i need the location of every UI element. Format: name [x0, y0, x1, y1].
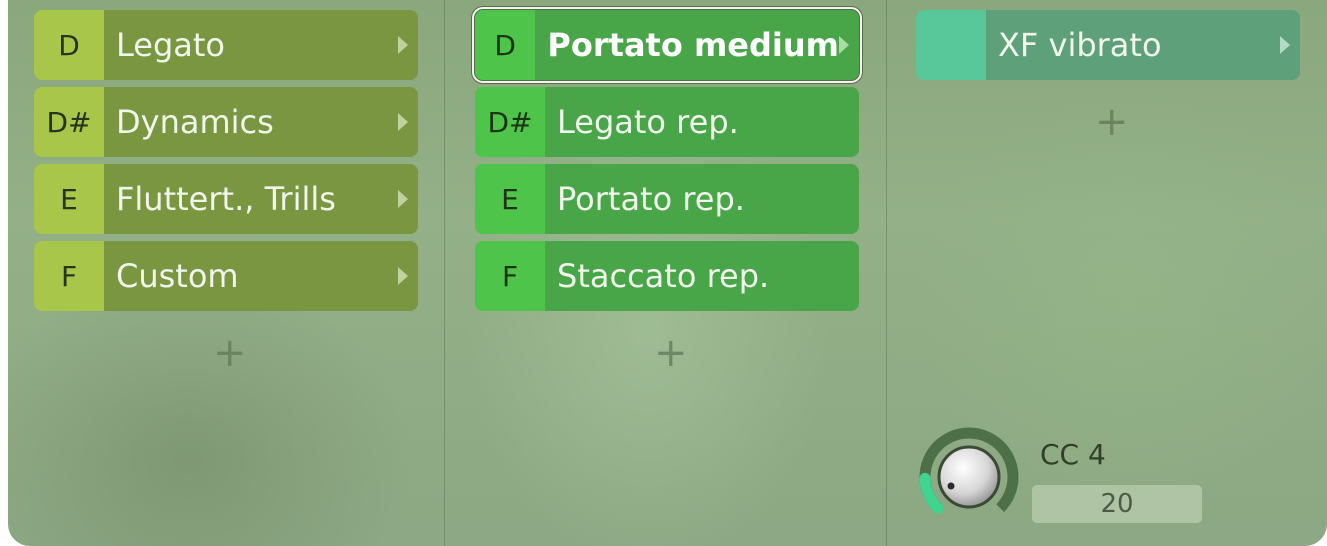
articulation-label: XF vibrato — [998, 26, 1162, 64]
key-label: D — [34, 10, 104, 80]
submenu-arrow-icon — [839, 36, 849, 54]
key-label: F — [34, 241, 104, 311]
knob-icon — [919, 427, 1019, 527]
add-articulation-button[interactable]: + — [654, 333, 688, 373]
submenu-arrow-icon — [398, 190, 408, 208]
cc-value-field[interactable]: 20 — [1032, 485, 1202, 523]
key-label: D# — [475, 87, 545, 157]
articulation-item-portato-rep[interactable]: E Portato rep. — [475, 164, 859, 234]
articulation-item-xf-vibrato[interactable]: XF vibrato — [916, 10, 1300, 80]
articulation-item-staccato-rep[interactable]: F Staccato rep. — [475, 241, 859, 311]
key-label: E — [34, 164, 104, 234]
articulation-column-1: D Legato D# Dynamics E Fluttert., Trills… — [34, 10, 418, 318]
articulation-panel: D Legato D# Dynamics E Fluttert., Trills… — [8, 0, 1327, 546]
articulation-item-legato-rep[interactable]: D# Legato rep. — [475, 87, 859, 157]
key-label: E — [475, 164, 545, 234]
articulation-label: Portato medium — [547, 26, 839, 64]
articulation-label: Staccato rep. — [557, 257, 770, 295]
articulation-item-custom[interactable]: F Custom — [34, 241, 418, 311]
articulation-column-3: XF vibrato — [916, 10, 1300, 87]
articulation-column-2: D Portato medium D# Legato rep. E Portat… — [472, 7, 862, 318]
key-label: D# — [34, 87, 104, 157]
articulation-label: Fluttert., Trills — [116, 180, 336, 218]
add-articulation-button[interactable]: + — [213, 333, 247, 373]
column-divider — [444, 0, 445, 546]
articulation-label: Dynamics — [116, 103, 274, 141]
articulation-item-dynamics[interactable]: D# Dynamics — [34, 87, 418, 157]
key-label — [916, 10, 986, 80]
articulation-label: Portato rep. — [557, 180, 745, 218]
submenu-arrow-icon — [398, 113, 408, 131]
cc-label: CC 4 — [1040, 438, 1106, 471]
articulation-label: Legato — [116, 26, 225, 64]
articulation-item-fluttert-trills[interactable]: E Fluttert., Trills — [34, 164, 418, 234]
cc-knob[interactable] — [916, 424, 1022, 530]
column-divider — [886, 0, 887, 546]
articulation-item-portato-medium[interactable]: D Portato medium — [472, 7, 862, 83]
submenu-arrow-icon — [398, 267, 408, 285]
submenu-arrow-icon — [398, 36, 408, 54]
articulation-label: Legato rep. — [557, 103, 739, 141]
key-label: D — [475, 10, 536, 80]
submenu-arrow-icon — [1280, 36, 1290, 54]
add-articulation-button[interactable]: + — [1095, 102, 1129, 142]
articulation-label: Custom — [116, 257, 239, 295]
articulation-item-legato[interactable]: D Legato — [34, 10, 418, 80]
key-label: F — [475, 241, 545, 311]
